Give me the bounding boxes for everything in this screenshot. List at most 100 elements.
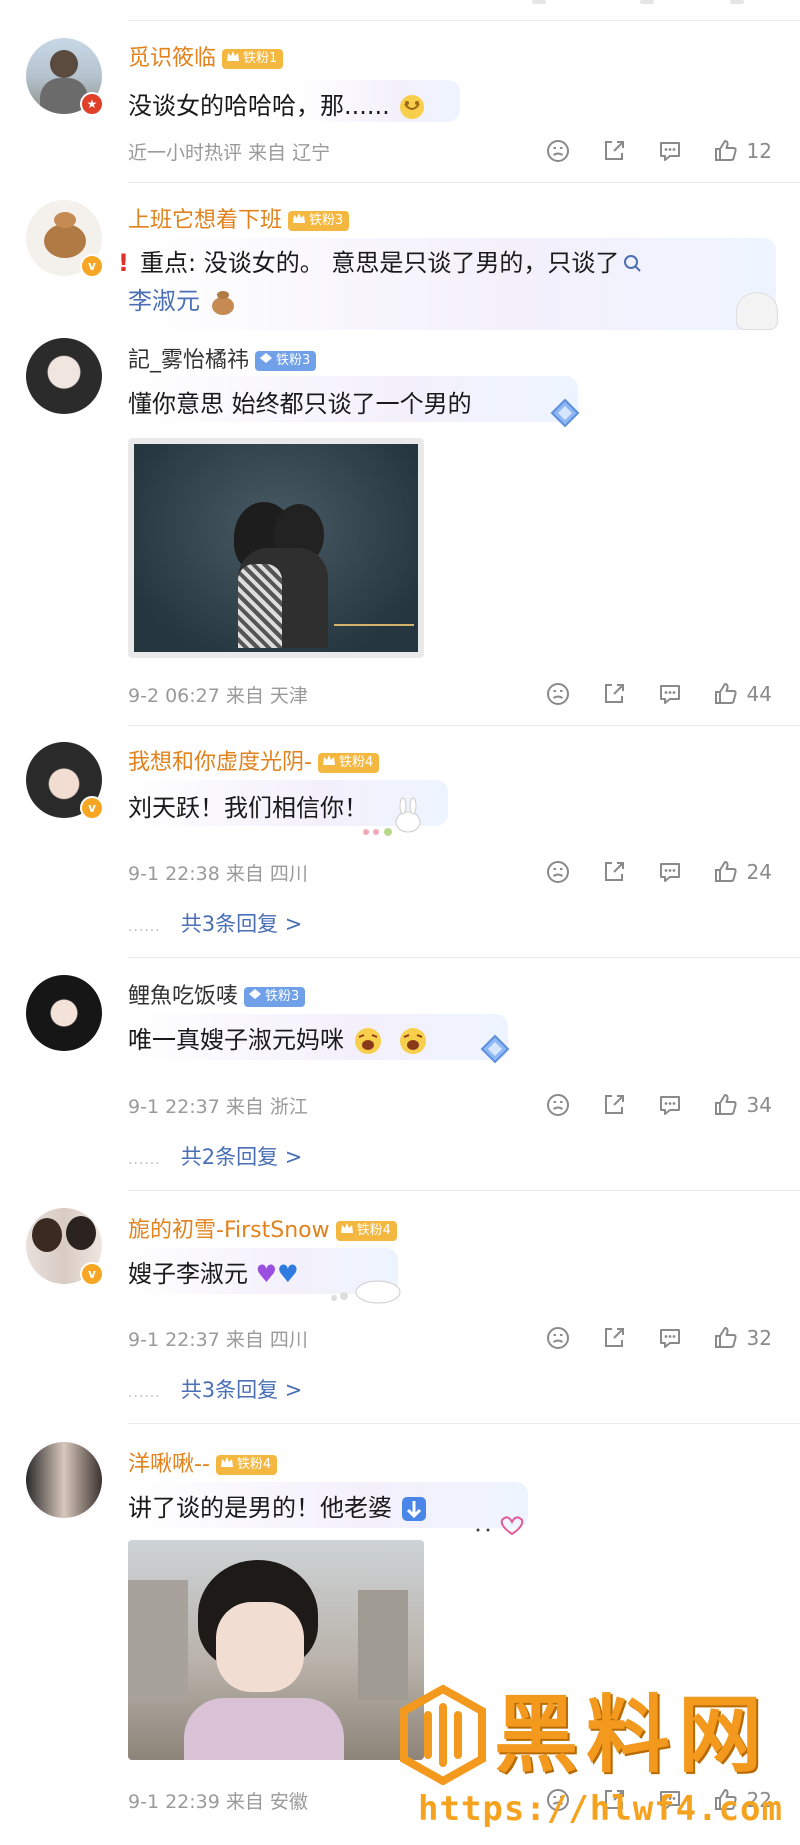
username[interactable]: 上班它想着下班 铁粉3 <box>128 202 350 234</box>
crest-icon <box>220 1457 233 1467</box>
avatar[interactable] <box>26 338 102 414</box>
like-count: 34 <box>746 1093 772 1117</box>
watermark-brand: 黑料网 <box>494 1686 771 1784</box>
avatar[interactable] <box>26 1442 102 1518</box>
dislike-icon <box>545 1092 571 1118</box>
share-icon <box>601 859 627 885</box>
dislike-button[interactable] <box>545 138 571 164</box>
comment-actions: 44 <box>515 679 772 709</box>
crest-icon <box>322 755 335 765</box>
share-icon <box>601 1092 627 1118</box>
like-count: 12 <box>746 139 772 163</box>
reply-button[interactable] <box>657 138 683 164</box>
emoji-icon <box>400 95 425 119</box>
verified-badge-icon: v <box>80 254 104 278</box>
like-icon <box>713 1092 739 1118</box>
dislike-icon <box>545 138 571 164</box>
comment-text: 讲了谈的是男的！他老婆 <box>128 1484 442 1529</box>
watermark-logo: 黑料网 https://hlwf4.com <box>398 1685 782 1835</box>
search-link[interactable]: 李淑元 <box>128 287 200 315</box>
share-button[interactable] <box>601 138 627 164</box>
like-icon <box>713 1325 739 1351</box>
username[interactable]: 記_雾怡橘祎 铁粉3 <box>128 342 317 374</box>
share-button[interactable] <box>601 1092 627 1118</box>
crying-emoji-icon <box>400 1028 427 1054</box>
like-button[interactable]: 34 <box>713 1092 772 1118</box>
comment-meta: 9-1 22:37 来自 四川 <box>128 1329 308 1351</box>
comment-text: 唯一真嫂子淑元妈咪 <box>128 1016 443 1063</box>
bag-emoji-icon <box>211 291 234 315</box>
like-count: 24 <box>746 860 772 884</box>
username[interactable]: 洋啾啾-- 铁粉4 <box>128 1446 278 1478</box>
avatar[interactable] <box>26 975 102 1051</box>
reply-button[interactable] <box>657 1092 683 1118</box>
fan-badge: 铁粉3 <box>255 351 317 371</box>
reply-button[interactable] <box>657 859 683 885</box>
like-count: 32 <box>746 1326 772 1350</box>
diamond-sticker-icon <box>550 398 580 428</box>
like-button[interactable]: 32 <box>713 1325 772 1351</box>
search-icon <box>624 255 642 272</box>
comment-actions: 34 <box>515 1090 772 1120</box>
username[interactable]: 旎的初雪-FirstSnow 铁粉4 <box>128 1212 397 1244</box>
like-button[interactable]: 24 <box>713 859 772 885</box>
comment-actions: 24 <box>515 857 772 887</box>
dislike-icon <box>545 1325 571 1351</box>
comment-meta: 9-2 06:27 来自 天津 <box>128 685 308 707</box>
share-button[interactable] <box>601 859 627 885</box>
comment-text: 刘天跃！我们相信你！ <box>128 794 368 822</box>
diamond-icon <box>249 989 262 999</box>
share-icon <box>601 1325 627 1351</box>
comment-photo[interactable] <box>128 1540 424 1760</box>
reply-button[interactable] <box>657 681 683 707</box>
comment-text: ! 重点: 没谈女的。 意思是只谈了男的，只谈了 李淑元 <box>118 240 762 326</box>
divider <box>128 182 800 183</box>
dislike-button[interactable] <box>545 859 571 885</box>
dislike-icon <box>545 859 571 885</box>
comment-icon <box>657 1092 683 1118</box>
comment-icon <box>657 138 683 164</box>
dislike-icon <box>545 681 571 707</box>
comment-meta: 9-1 22:37 来自 浙江 <box>128 1096 308 1118</box>
bunny-sticker-icon <box>363 797 421 836</box>
diamond-sticker-icon <box>480 1034 510 1064</box>
comment-icon <box>657 859 683 885</box>
username[interactable]: 鲤魚吃饭唛 铁粉3 <box>128 978 306 1010</box>
view-replies-link[interactable]: ...... 共3条回复 > <box>128 1374 302 1404</box>
watermark-url: https://hlwf4.com <box>418 1789 783 1829</box>
username[interactable]: 我想和你虚度光阴- 铁粉4 <box>128 744 380 776</box>
like-icon <box>713 681 739 707</box>
divider <box>128 725 800 726</box>
comment-text: 嫂子李淑元 ♥♥ <box>128 1260 299 1288</box>
like-count: 44 <box>746 682 772 706</box>
dislike-button[interactable] <box>545 1325 571 1351</box>
divider <box>128 957 800 958</box>
like-button[interactable]: 12 <box>713 138 772 164</box>
dislike-button[interactable] <box>545 1092 571 1118</box>
heart-sparkle-icon <box>476 1516 524 1536</box>
reply-button[interactable] <box>657 1325 683 1351</box>
share-icon <box>601 138 627 164</box>
watermark-emblem-icon <box>400 1685 486 1785</box>
divider <box>128 1423 800 1424</box>
divider <box>128 1190 800 1191</box>
view-replies-link[interactable]: ...... 共2条回复 > <box>128 1141 302 1171</box>
like-button[interactable]: 44 <box>713 681 772 707</box>
crying-emoji-icon <box>354 1028 381 1054</box>
view-replies-link[interactable]: ...... 共3条回复 > <box>128 908 302 938</box>
crest-icon <box>293 213 306 223</box>
divider <box>128 20 800 21</box>
comment-photo[interactable] <box>128 438 424 658</box>
share-button[interactable] <box>601 681 627 707</box>
down-arrow-icon <box>401 1497 426 1521</box>
comment-text: 懂你意思 始终都只谈了一个男的 <box>128 390 472 418</box>
like-icon <box>713 138 739 164</box>
share-button[interactable] <box>601 1325 627 1351</box>
comment-meta: 近一小时热评 来自 辽宁 <box>128 142 331 164</box>
fan-badge: 铁粉4 <box>317 753 380 773</box>
comment-text: 没谈女的哈哈哈，那...... <box>128 82 441 128</box>
crest-icon <box>340 1223 353 1233</box>
dislike-button[interactable] <box>545 681 571 707</box>
share-icon <box>601 681 627 707</box>
username[interactable]: 觅识筱临 铁粉1 <box>128 40 284 72</box>
